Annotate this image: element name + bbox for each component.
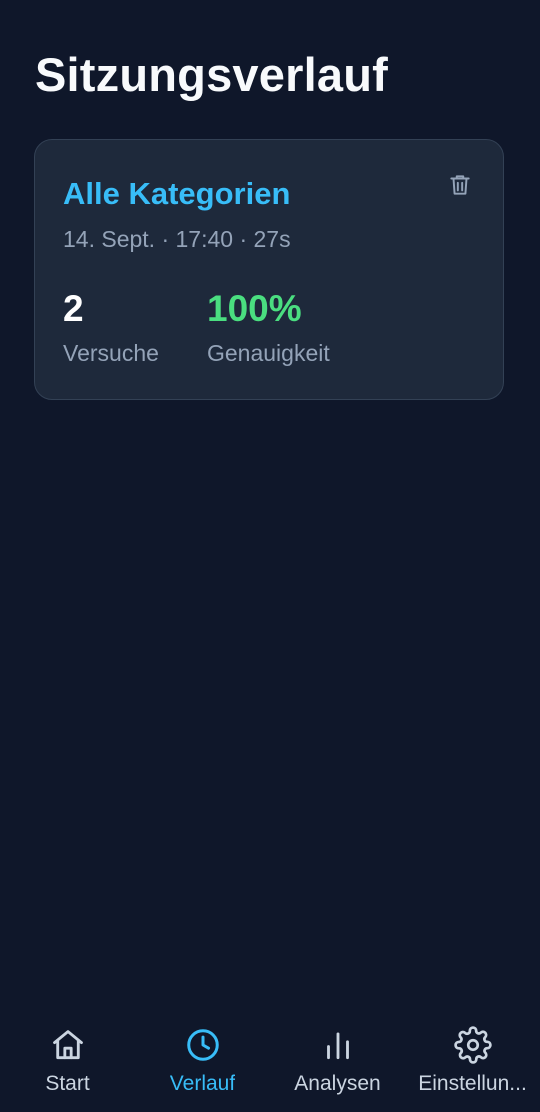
nav-label-start: Start [45,1072,90,1095]
accuracy-value: 100% [207,288,302,329]
session-category-title: Alle Kategorien [63,176,291,211]
page-title: Sitzungsverlauf [35,48,388,101]
session-meta: 14. Sept. · 17:40 · 27s [63,226,291,252]
trash-icon [450,175,470,195]
nav-item-analysen[interactable]: Analysen [270,1026,405,1112]
delete-session-button[interactable] [443,168,477,202]
nav-item-verlauf[interactable]: Verlauf [135,1026,270,1112]
nav-item-start[interactable]: Start [0,1026,135,1112]
attempts-label: Versuche [63,340,159,366]
session-card[interactable]: Alle Kategorien 14. Sept. · 17:40 · 27s … [34,139,504,400]
nav-label-verlauf: Verlauf [169,1072,236,1095]
bottom-navigation: Start Verlauf Analysen Einstellun... [0,1026,540,1112]
nav-label-einstellungen: Einstellun... [418,1072,527,1095]
nav-item-einstellungen[interactable]: Einstellun... [405,1026,540,1112]
bar-chart-icon [326,1032,349,1060]
clock-icon [186,1029,219,1061]
nav-label-analysen: Analysen [294,1072,381,1095]
accuracy-stat: 100% Genauigkeit [207,286,330,368]
home-icon [52,1030,83,1060]
gear-icon [453,1026,492,1064]
attempts-stat: 2 Versuche [63,286,159,368]
accuracy-label: Genauigkeit [207,340,330,366]
app-screen: Sitzungsverlauf Alle Kategorien 14. Sept… [0,0,540,1112]
attempts-value: 2 [63,288,84,329]
